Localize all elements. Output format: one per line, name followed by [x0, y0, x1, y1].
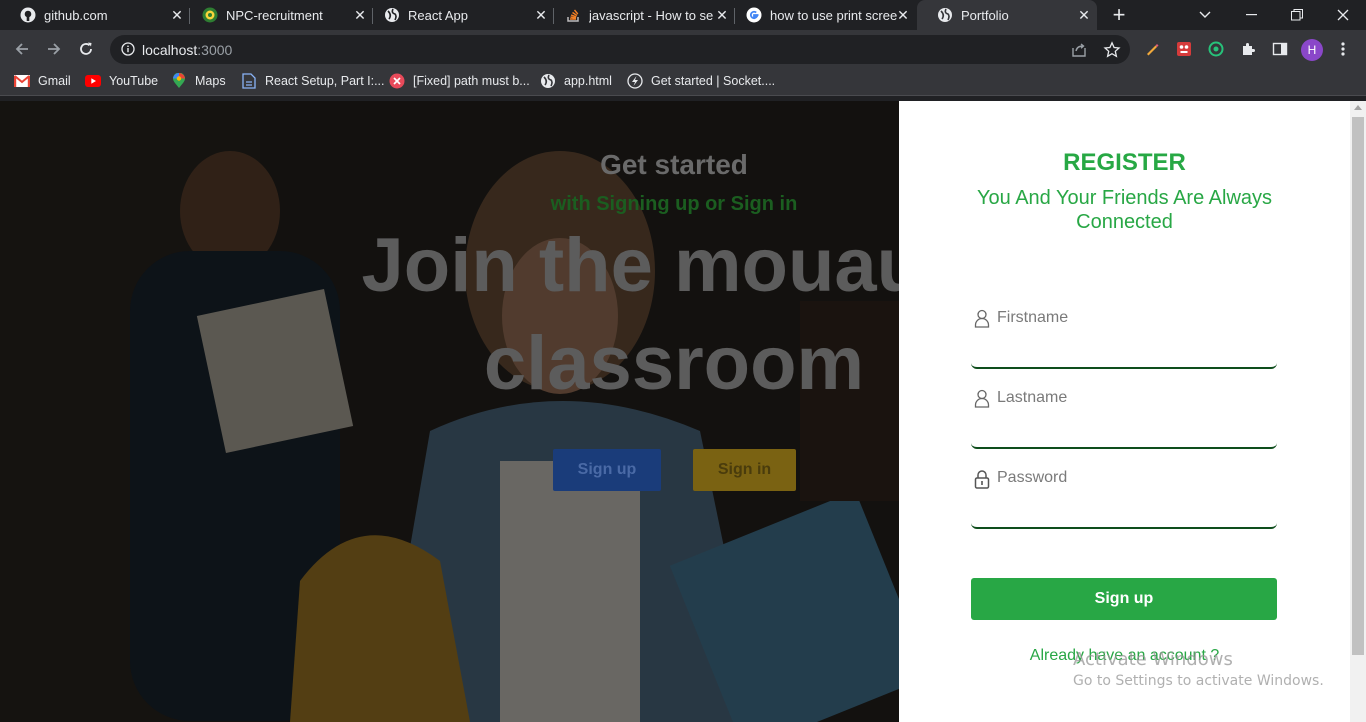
url-port: :3000 [197, 42, 233, 58]
hero-signup-button[interactable]: Sign up [553, 449, 661, 491]
bookmark-label: React Setup, Part I:... [265, 74, 385, 88]
google-icon [746, 7, 762, 23]
browser-toolbar: localhost:3000 H [0, 30, 1366, 68]
side-panel-icon[interactable] [1271, 40, 1289, 58]
red-extension-icon[interactable] [1175, 40, 1193, 58]
register-signup-button[interactable]: Sign up [971, 578, 1277, 620]
youtube-icon [85, 73, 101, 89]
lastname-input[interactable] [997, 385, 1267, 411]
tab-github[interactable]: github.com ✕ [0, 0, 190, 30]
tab-title: Portfolio [961, 7, 1009, 23]
bookmark-label: Get started | Socket.... [651, 74, 776, 88]
globe-icon [540, 73, 556, 89]
firstname-field[interactable] [971, 305, 1277, 369]
bookmark-maps[interactable]: Maps [171, 73, 226, 89]
pen-extension-icon[interactable] [1143, 40, 1161, 58]
npc-icon [202, 7, 218, 23]
password-input[interactable] [997, 465, 1267, 491]
scroll-up-arrow-icon[interactable] [1354, 105, 1362, 110]
register-title: REGISTER [1063, 149, 1186, 176]
with-signing-subheading: with Signing up or Sign in [550, 193, 798, 215]
tab-npc-recruitment[interactable]: NPC-recruitment ✕ [182, 0, 373, 30]
restore-icon[interactable] [1274, 0, 1320, 30]
close-window-icon[interactable] [1320, 0, 1366, 30]
hero-content: Get started with Signing up or Sign in J… [0, 101, 899, 722]
globe-icon [384, 7, 400, 23]
page-icon [241, 73, 257, 89]
address-bar[interactable]: localhost:3000 [110, 35, 1130, 64]
get-started-heading: Get started [600, 149, 748, 180]
bookmarks-bar: Gmail YouTube Maps React Setup, Part I:.… [0, 68, 1366, 96]
minimize-icon[interactable] [1228, 0, 1274, 30]
tab-portfolio[interactable]: Portfolio ✕ [917, 0, 1097, 30]
lock-icon [974, 469, 990, 489]
green-ring-extension-icon[interactable] [1207, 40, 1225, 58]
bookmark-app-html[interactable]: app.html [540, 73, 612, 89]
globe-icon [937, 7, 953, 23]
tab-search-icon[interactable] [1182, 0, 1228, 30]
tab-title: how to use print scree [770, 7, 898, 23]
bookmark-youtube[interactable]: YouTube [85, 73, 158, 89]
socket-icon [627, 73, 643, 89]
share-icon[interactable] [1070, 41, 1088, 59]
bookmark-label: Gmail [38, 74, 71, 88]
close-tab-icon[interactable]: ✕ [1077, 8, 1091, 22]
watermark-line-2: Go to Settings to activate Windows. [1073, 673, 1324, 689]
tab-title: javascript - How to se [589, 7, 714, 23]
chrome-menu-icon[interactable] [1334, 40, 1352, 58]
reload-icon[interactable] [74, 37, 98, 61]
headline-line-2: classroom [483, 321, 865, 406]
bookmark-fixed-path[interactable]: [Fixed] path must b... [389, 73, 530, 89]
bookmark-socket-io[interactable]: Get started | Socket.... [627, 73, 775, 89]
bookmark-label: Maps [195, 74, 226, 88]
extensions-puzzle-icon[interactable] [1239, 40, 1257, 58]
user-icon [974, 309, 990, 329]
bookmark-gmail[interactable]: Gmail [14, 73, 71, 89]
url-text[interactable]: localhost:3000 [142, 42, 232, 58]
github-icon [20, 7, 36, 23]
error-icon [389, 73, 405, 89]
maps-icon [171, 73, 187, 89]
user-icon [974, 389, 990, 409]
stackoverflow-icon [565, 7, 581, 23]
tab-title: github.com [44, 7, 108, 23]
tab-title: React App [408, 7, 468, 23]
gmail-icon [14, 73, 30, 89]
watermark-line-1: Activate Windows [1073, 649, 1233, 670]
page-viewport: Get started with Signing up or Sign in J… [0, 101, 1366, 722]
bookmark-label: app.html [564, 74, 612, 88]
password-field[interactable] [971, 465, 1277, 529]
hero-signin-button[interactable]: Sign in [693, 449, 796, 491]
bookmark-label: [Fixed] path must b... [413, 74, 530, 88]
scrollbar-thumb[interactable] [1352, 117, 1364, 655]
tab-javascript-stackoverflow[interactable]: javascript - How to se ✕ [545, 0, 735, 30]
firstname-input[interactable] [997, 305, 1267, 331]
bookmark-react-setup[interactable]: React Setup, Part I:... [241, 73, 385, 89]
hero-section: Get started with Signing up or Sign in J… [0, 101, 899, 722]
forward-arrow-icon[interactable] [42, 37, 66, 61]
url-host: localhost [142, 42, 198, 58]
new-tab-icon[interactable]: + [1108, 4, 1130, 26]
bookmark-label: YouTube [109, 74, 159, 88]
register-panel: REGISTER You And Your Friends Are Always… [899, 101, 1350, 722]
lastname-field[interactable] [971, 385, 1277, 449]
headline-line-1: Join the mouau v [361, 223, 899, 308]
bookmark-star-icon[interactable] [1103, 41, 1121, 59]
profile-avatar[interactable]: H [1301, 39, 1323, 61]
back-arrow-icon[interactable] [10, 37, 34, 61]
close-tab-icon[interactable]: ✕ [896, 8, 910, 22]
tab-strip: github.com ✕ NPC-recruitment ✕ React App… [0, 0, 1366, 30]
tab-google-search[interactable]: how to use print scree ✕ [726, 0, 916, 30]
tab-title: NPC-recruitment [226, 7, 323, 23]
register-subtitle: You And Your Friends Are Always Connecte… [976, 187, 1273, 233]
page-scrollbar[interactable] [1350, 101, 1366, 722]
tab-react-app[interactable]: React App ✕ [364, 0, 554, 30]
site-info-icon[interactable] [121, 42, 135, 61]
activate-windows-watermark: Activate Windows Go to Settings to activ… [1073, 649, 1324, 689]
